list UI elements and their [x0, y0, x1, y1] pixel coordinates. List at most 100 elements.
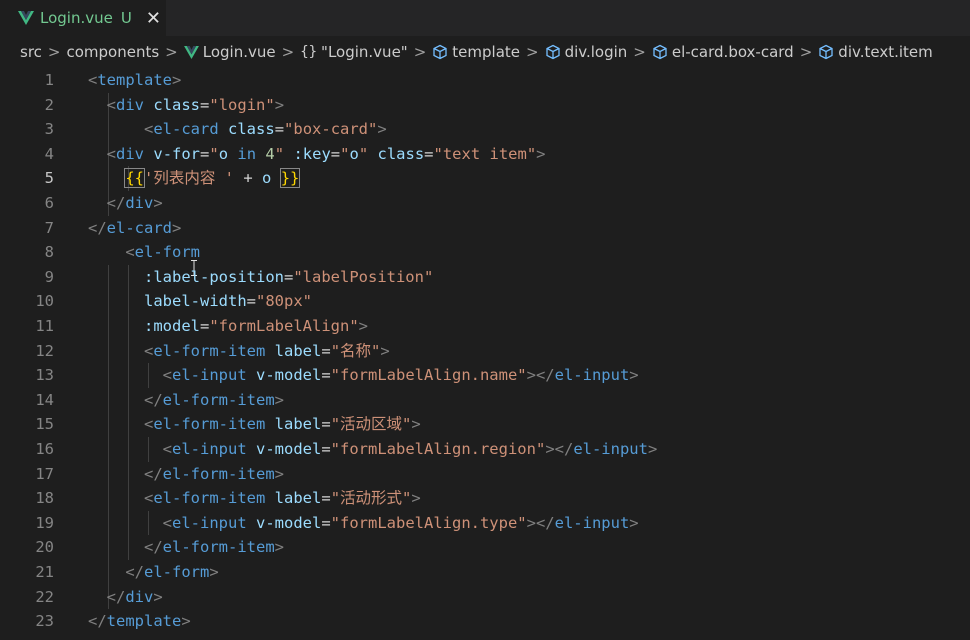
breadcrumb-el-card[interactable]: el-card.box-card — [652, 43, 794, 61]
code-line[interactable]: 17 </el-form-item> — [0, 462, 970, 487]
code-token: }} — [279, 168, 301, 189]
cube-icon — [545, 44, 560, 60]
code-token: = — [321, 341, 331, 360]
code-text: <el-card class="box-card"> — [88, 117, 387, 142]
code-line[interactable]: 7 </el-card> — [0, 216, 970, 241]
code-line[interactable]: 10 label-width="80px" — [0, 289, 970, 314]
code-text: :label-position="labelPosition" — [88, 265, 433, 290]
code-token: = — [200, 95, 210, 114]
line-number: 20 — [35, 538, 54, 557]
code-line[interactable]: 19 <el-input v-model="formLabelAlign.typ… — [0, 511, 970, 536]
code-token: "80px" — [256, 292, 312, 311]
code-text: <el-input v-model="formLabelAlign.type">… — [88, 511, 639, 536]
code-text: </el-form> — [88, 560, 218, 585]
code-token: div — [116, 95, 145, 114]
code-line[interactable]: 12 <el-form-item label="名称"> — [0, 339, 970, 364]
code-token: ></ — [545, 440, 574, 458]
code-token: < — [144, 489, 154, 508]
code-line[interactable]: 21 </el-form> — [0, 560, 970, 585]
breadcrumb-div-login[interactable]: div.login — [545, 43, 627, 61]
code-token: label — [274, 341, 322, 360]
code-text: </div> — [88, 585, 163, 610]
chevron-right-icon: > — [633, 43, 646, 61]
code-token: < — [144, 120, 154, 139]
line-number: 8 — [44, 243, 54, 262]
code-token: "formLabelAlign.type" — [330, 513, 527, 532]
line-number: 23 — [35, 612, 54, 631]
code-token: class — [153, 95, 201, 114]
breadcrumb-components[interactable]: components — [66, 43, 159, 61]
code-token: div — [125, 194, 154, 212]
code-line[interactable]: 15 <el-form-item label="活动区域"> — [0, 412, 970, 437]
code-line[interactable]: 20 </el-form-item> — [0, 535, 970, 560]
breadcrumb-template[interactable]: template — [432, 43, 520, 61]
close-tab-icon[interactable]: ✕ — [146, 8, 161, 29]
code-token: el-form-item — [153, 489, 266, 508]
code-line[interactable]: 4 <div v-for="o in 4" :key="o" class="te… — [0, 142, 970, 167]
code-line[interactable]: 5 {{'列表内容 ' + o }} — [0, 166, 970, 191]
code-token: :label-position — [144, 267, 284, 286]
code-token: el-card — [106, 218, 172, 237]
code-text: </el-form-item> — [88, 535, 284, 560]
breadcrumb-div-text-item[interactable]: div.text.item — [818, 43, 933, 61]
breadcrumb-label: components — [66, 43, 160, 61]
breadcrumb-login-vue-module[interactable]: {} "Login.vue" — [300, 43, 408, 61]
line-number: 13 — [35, 366, 54, 385]
line-number: 19 — [35, 513, 54, 532]
code-line[interactable]: 14 </el-form-item> — [0, 388, 970, 413]
code-token: template — [97, 71, 172, 89]
code-token: > — [629, 513, 639, 532]
code-token: {{ — [124, 168, 145, 189]
code-text: <div v-for="o in 4" :key="o" class="text… — [88, 142, 546, 167]
code-text: :model="formLabelAlign"> — [88, 314, 368, 339]
code-token: class — [228, 120, 275, 139]
code-line[interactable]: 8 <el-form — [0, 240, 970, 265]
tab-login-vue[interactable]: Login.vue U ✕ — [0, 0, 166, 36]
code-token: > — [181, 612, 191, 631]
code-token: </ — [144, 538, 163, 557]
code-line[interactable]: 13 <el-input v-model="formLabelAlign.nam… — [0, 363, 970, 388]
code-line[interactable]: 11 :model="formLabelAlign"> — [0, 314, 970, 339]
code-editor[interactable]: 1 <template> 2 <div class="login"> 3 <el-ca… — [0, 68, 970, 640]
code-line[interactable]: 9 :label-position="labelPosition" — [0, 265, 970, 290]
code-token: > — [153, 194, 163, 212]
code-token: < — [88, 71, 98, 89]
code-token: div — [116, 144, 145, 163]
code-token: ></ — [526, 366, 555, 385]
code-token: </ — [88, 218, 107, 237]
code-text: <el-input v-model="formLabelAlign.name">… — [88, 363, 639, 388]
breadcrumb-login-vue[interactable]: Login.vue — [183, 43, 276, 61]
code-token: > — [411, 489, 421, 508]
line-number: 7 — [44, 218, 54, 237]
code-token: "box-card" — [284, 120, 378, 139]
line-number: 2 — [44, 95, 54, 114]
code-line[interactable]: 3 <el-card class="box-card"> — [0, 117, 970, 142]
code-token: label — [274, 415, 322, 434]
breadcrumb-label: el-card.box-card — [671, 43, 794, 61]
editor-tab-bar: Login.vue U ✕ — [0, 0, 970, 36]
code-line[interactable]: 22 </div> — [0, 585, 970, 610]
code-token: el-form-item — [162, 464, 275, 483]
code-token: > — [358, 317, 368, 335]
breadcrumb-src[interactable]: src — [20, 43, 42, 61]
code-line[interactable]: 1 <template> — [0, 68, 970, 93]
code-token: v-model — [256, 440, 322, 458]
code-line[interactable]: 18 <el-form-item label="活动形式"> — [0, 486, 970, 511]
breadcrumb-label: src — [20, 43, 42, 61]
code-line[interactable]: 6 </div> — [0, 191, 970, 216]
code-line[interactable]: 16 <el-input v-model="formLabelAlign.reg… — [0, 437, 970, 462]
code-token: </ — [88, 612, 107, 631]
code-token: < — [106, 95, 117, 114]
line-number: 22 — [35, 587, 54, 606]
code-token: "活动区域" — [330, 415, 412, 434]
code-line[interactable]: 23 </template> — [0, 609, 970, 634]
code-token: :model — [144, 317, 200, 335]
code-line[interactable]: 2 <div class="login"> — [0, 93, 970, 118]
code-token: "formLabelAlign.region" — [330, 440, 546, 458]
